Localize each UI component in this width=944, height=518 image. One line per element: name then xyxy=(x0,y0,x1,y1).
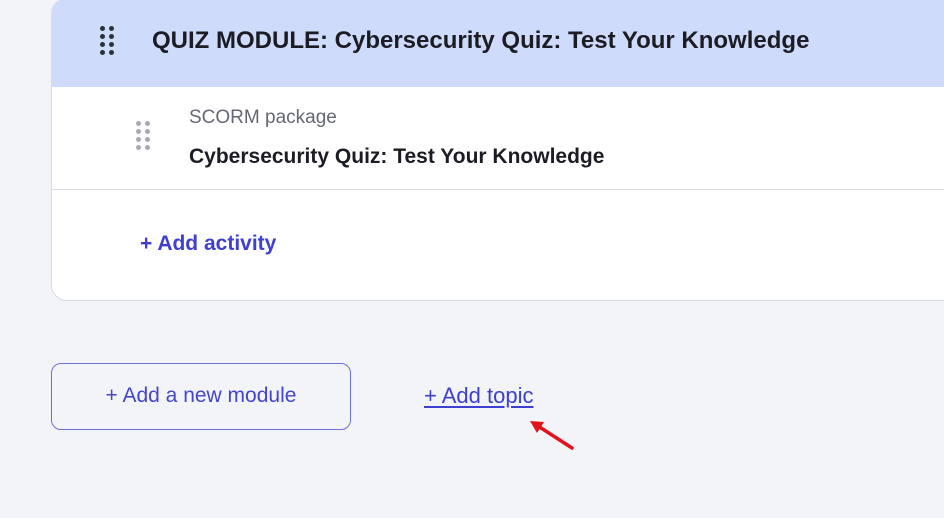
drag-handle-icon[interactable] xyxy=(100,26,114,55)
module-header: QUIZ MODULE: Cybersecurity Quiz: Test Yo… xyxy=(52,0,944,87)
module-card: QUIZ MODULE: Cybersecurity Quiz: Test Yo… xyxy=(51,0,944,301)
drag-handle-icon[interactable] xyxy=(136,121,150,150)
add-topic-link[interactable]: + Add topic xyxy=(424,383,533,409)
add-activity-link[interactable]: + Add activity xyxy=(140,232,276,256)
activity-title[interactable]: Cybersecurity Quiz: Test Your Knowledge xyxy=(189,145,604,169)
red-arrow-icon xyxy=(530,421,574,450)
activity-type-label: SCORM package xyxy=(189,107,337,128)
activity-item[interactable]: SCORM package Cybersecurity Quiz: Test Y… xyxy=(52,87,944,190)
module-title: QUIZ MODULE: Cybersecurity Quiz: Test Yo… xyxy=(152,27,810,54)
add-module-button[interactable]: + Add a new module xyxy=(51,363,351,430)
